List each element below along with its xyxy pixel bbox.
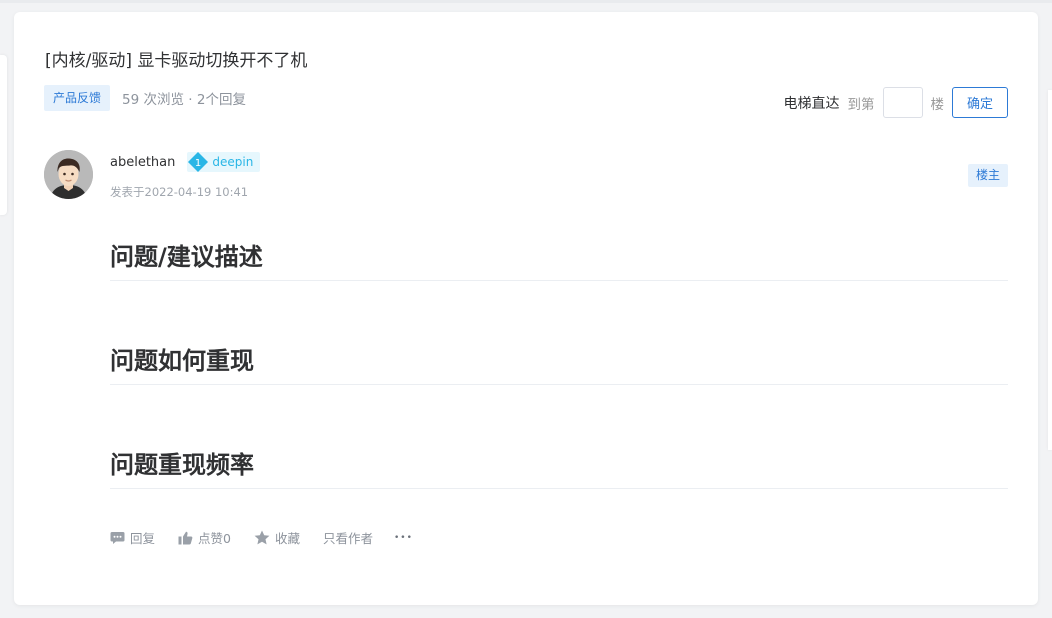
author-only-label: 只看作者 (322, 531, 373, 546)
more-icon: ••• (394, 532, 413, 543)
like-button[interactable]: 点赞0 (178, 528, 231, 547)
section-heading: 问题重现频率 (110, 445, 1008, 489)
floor-number-input[interactable] (882, 87, 923, 118)
author-info: abelethan 1 deepin (110, 152, 261, 172)
like-label: 点赞0 (198, 531, 231, 546)
reply-label: 回复 (130, 531, 156, 546)
reply-button[interactable]: 回复 (110, 528, 155, 547)
floor-unit-label: 楼 (930, 96, 945, 113)
level-name: deepin (212, 155, 254, 169)
level-diamond-icon: 1 (187, 152, 209, 172)
left-sidebar-edge (0, 55, 7, 215)
avatar-image (44, 150, 93, 199)
level-badge: 1 deepin (187, 152, 261, 172)
author-only-button[interactable]: 只看作者 (323, 528, 373, 547)
floor-jump: 电梯直达 到第 楼 确定 (783, 87, 1008, 118)
post-card: [内核/驱动] 显卡驱动切换开不了机 产品反馈 59 次浏览 · 2个回复 电梯… (14, 12, 1038, 605)
floor-confirm-button[interactable]: 确定 (952, 87, 1008, 118)
favorite-label: 收藏 (274, 531, 300, 546)
favorite-button[interactable]: 收藏 (254, 528, 300, 547)
star-icon (254, 530, 270, 545)
floor-jump-label: 电梯直达 (783, 95, 840, 112)
author-avatar[interactable] (44, 150, 93, 199)
post-content: 问题/建议描述 问题如何重现 问题重现频率 (110, 237, 1008, 489)
section-heading: 问题/建议描述 (110, 237, 1008, 281)
post-title: [内核/驱动] 显卡驱动切换开不了机 (45, 51, 308, 71)
comment-icon (110, 531, 125, 544)
thread-owner-tag: 楼主 (967, 164, 1008, 187)
floor-jump-prefix: 到第 (847, 96, 875, 113)
post-actions: 回复 点赞0 收藏 只看作者 ••• (110, 528, 436, 547)
section-heading: 问题如何重现 (110, 341, 1008, 385)
right-sidebar-edge (1048, 90, 1052, 450)
post-date: 发表于2022-04-19 10:41 (110, 185, 249, 199)
post-stats: 59 次浏览 · 2个回复 (122, 92, 246, 108)
more-button[interactable]: ••• (394, 533, 413, 543)
thumbs-up-icon (178, 531, 193, 544)
post-meta: 产品反馈 59 次浏览 · 2个回复 (44, 85, 246, 111)
level-number: 1 (195, 158, 201, 169)
category-tag[interactable]: 产品反馈 (44, 85, 111, 111)
author-name[interactable]: abelethan (110, 155, 175, 170)
page-top-strip (0, 0, 1052, 3)
